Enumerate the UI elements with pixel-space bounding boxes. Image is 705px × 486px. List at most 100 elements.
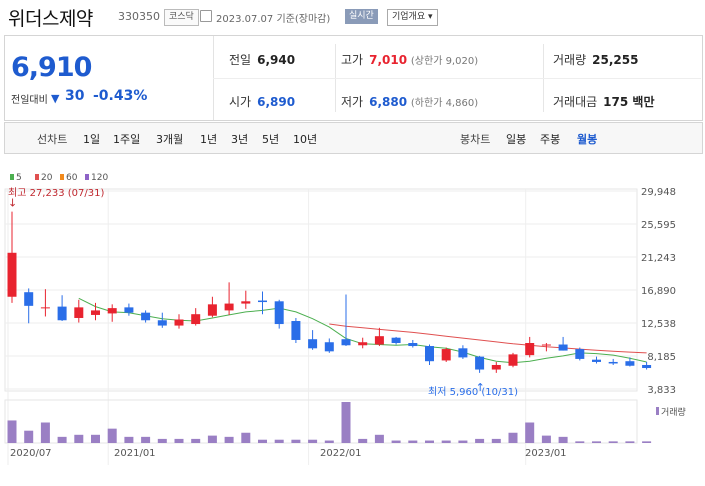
candle — [224, 282, 234, 315]
candle-body — [157, 320, 167, 326]
candle — [525, 336, 535, 358]
volume-bar — [592, 441, 601, 443]
tab-1w[interactable]: 1주일 — [113, 131, 140, 147]
candle — [441, 347, 451, 362]
chart-grid — [4, 188, 638, 465]
volume-bar — [458, 440, 468, 443]
open-price: 시가 6,890 — [229, 95, 296, 109]
candle-body — [308, 339, 318, 349]
legend-label: 20 — [41, 173, 53, 183]
volume-bar — [391, 440, 401, 443]
candle-body — [642, 364, 652, 369]
candle-body — [541, 344, 551, 346]
candle — [341, 294, 351, 347]
moving-averages — [78, 297, 647, 364]
candle — [458, 345, 468, 359]
ma5-line — [78, 297, 647, 364]
tab-daily[interactable]: 일봉 — [506, 131, 526, 147]
volume-bar — [207, 435, 217, 443]
volume-bar — [241, 432, 251, 443]
candle — [40, 289, 50, 317]
candle — [57, 295, 67, 322]
tab-weekly[interactable]: 주봉 — [540, 131, 560, 147]
quote-panel: 6,910 전일대비 ▼ 30 -0.43% 전일 6,940 고가 7,010 (… — [4, 35, 703, 121]
current-price: 6,910 — [11, 52, 92, 83]
candle-body — [508, 354, 518, 366]
candle — [425, 344, 434, 365]
volume-bar — [491, 438, 501, 443]
volume-bar — [191, 438, 201, 443]
candle-body — [408, 343, 418, 347]
volume-bar — [441, 440, 451, 443]
tab-5y[interactable]: 5년 — [262, 131, 279, 147]
candle — [491, 361, 501, 373]
candle-body — [7, 252, 17, 297]
change-value: 30 — [65, 88, 85, 104]
volume-bar — [408, 440, 418, 443]
x-tick-label: 2020/07 — [10, 448, 52, 459]
y-tick-label: 3,833 — [647, 385, 676, 396]
legend-label: 5 — [16, 173, 22, 183]
candle — [508, 352, 518, 368]
tab-3y[interactable]: 3년 — [231, 131, 248, 147]
x-tick-label: 2023/01 — [525, 448, 567, 459]
legend-swatch — [85, 174, 89, 180]
candle-body — [608, 361, 618, 364]
tab-1d[interactable]: 1일 — [83, 131, 100, 147]
volume: 거래량 25,255 — [553, 53, 639, 67]
candle — [558, 336, 568, 351]
tab-10y[interactable]: 10년 — [293, 131, 317, 147]
volume-bar — [74, 434, 84, 443]
candles — [7, 211, 652, 373]
volume-bar — [24, 430, 34, 443]
tab-3m[interactable]: 3개월 — [156, 131, 183, 147]
x-tick-label: 2022/01 — [320, 448, 362, 459]
candle — [358, 337, 368, 349]
chart-toolbar: 선차트 1일 1주일 3개월 1년 3년 5년 10년 봉차트 일봉 주봉 월봉 — [4, 122, 703, 154]
candle-body — [57, 306, 67, 321]
candle — [174, 314, 184, 329]
low-price: 저가 6,880 (하한가 4,860) — [341, 95, 479, 109]
volume-bar — [508, 432, 518, 443]
tab-1y[interactable]: 1년 — [200, 131, 217, 147]
high-arrow-icon: ↓ — [8, 197, 17, 210]
candle-body — [107, 308, 117, 314]
y-tick-label: 29,948 — [641, 187, 676, 198]
change-label: 전일대비 — [11, 95, 48, 106]
company-overview-dropdown[interactable]: 기업개요 ▾ — [387, 9, 438, 26]
candle — [642, 361, 652, 370]
candle — [124, 303, 134, 316]
annotations: 최고 27,233 (07/31)↓↑최저 5,960 (10/31) — [8, 187, 518, 398]
candle-body — [625, 361, 635, 366]
volume-legend-swatch — [656, 407, 659, 415]
legend-swatch — [10, 174, 14, 180]
candle — [308, 330, 318, 350]
candle-chart-label: 봉차트 — [460, 133, 491, 146]
realtime-button[interactable]: 실시간 — [345, 9, 378, 24]
stock-header: 위더스제약 330350 코스닥 2023.07.07 기준(장마감) 실시간 … — [0, 0, 705, 34]
candle-body — [391, 337, 401, 344]
stock-name: 위더스제약 — [8, 8, 93, 30]
candle — [141, 310, 151, 323]
candle — [24, 288, 34, 324]
volume-bar — [358, 438, 368, 443]
volume-bar — [124, 436, 134, 443]
candle-body — [224, 303, 234, 311]
candle — [608, 358, 618, 365]
candle-body — [441, 349, 451, 361]
volume-bar — [141, 436, 151, 443]
candle-body — [40, 307, 50, 309]
change-percent: -0.43% — [93, 88, 148, 104]
high-price: 고가 7,010 (상한가 9,020) — [341, 53, 479, 67]
candle-body — [241, 301, 251, 304]
candle — [592, 356, 601, 364]
candle-body — [74, 307, 84, 318]
candle-body — [191, 314, 201, 325]
candle — [241, 290, 251, 309]
candle-body — [141, 312, 151, 321]
tab-monthly[interactable]: 월봉 — [577, 131, 597, 147]
volume-bar — [541, 435, 551, 443]
candle — [575, 347, 585, 361]
down-arrow-icon: ▼ — [51, 92, 60, 105]
legend-label: 120 — [91, 173, 108, 183]
